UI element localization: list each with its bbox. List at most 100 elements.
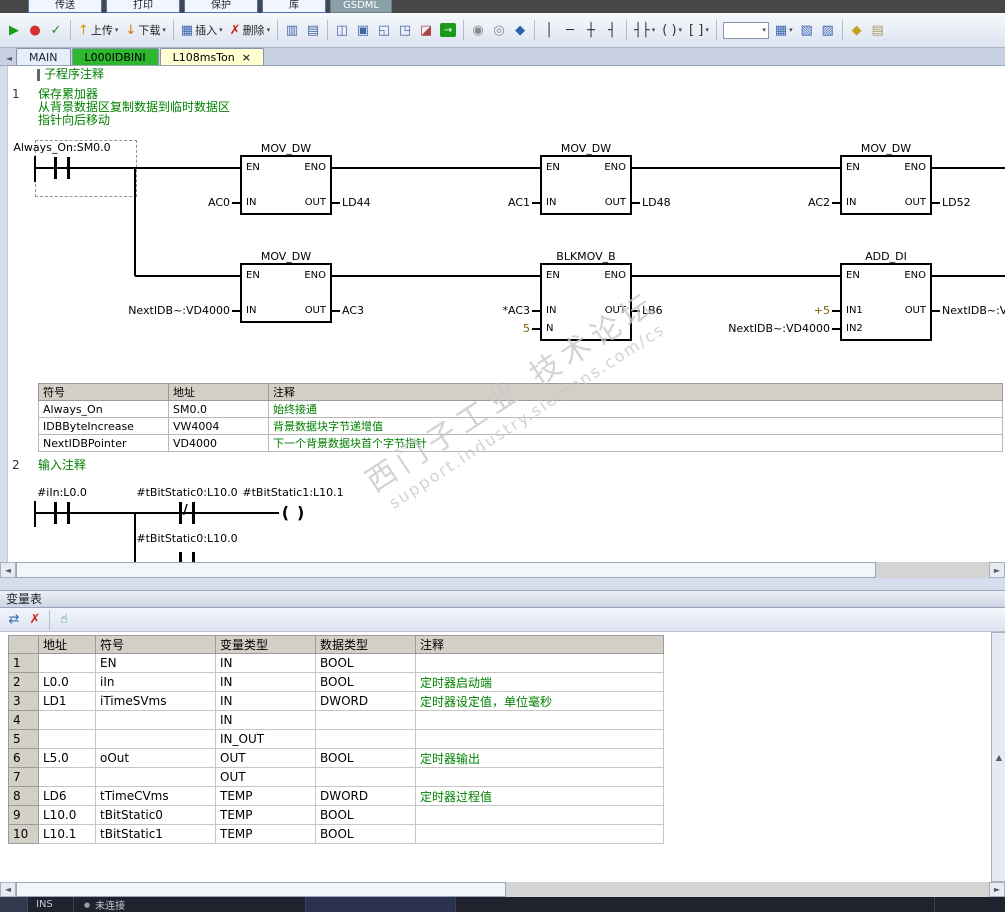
lock-icon[interactable]: ◉ bbox=[468, 18, 488, 42]
output-coil[interactable]: ( ) bbox=[279, 501, 307, 525]
insert-coil-button[interactable]: ( ) ▾ bbox=[659, 18, 685, 42]
delete-button[interactable]: ✗ 删除 ▾ bbox=[227, 18, 273, 42]
var-table-cell-symbol[interactable]: tTimeCVms bbox=[95, 786, 216, 806]
var-table-cell-comment[interactable] bbox=[415, 767, 664, 787]
scrollbar-thumb[interactable] bbox=[16, 562, 876, 578]
var-table-cell-address[interactable]: LD6 bbox=[38, 786, 96, 806]
var-table-cell-symbol[interactable]: tBitStatic0 bbox=[95, 805, 216, 825]
var-table-cell-symbol[interactable] bbox=[95, 729, 216, 749]
var-table-cell-address[interactable]: L10.0 bbox=[38, 805, 96, 825]
var-table-cell-data_type[interactable]: BOOL bbox=[315, 748, 416, 768]
key-icon[interactable]: ◆ bbox=[847, 18, 867, 42]
var-table-cell-comment[interactable]: 定时器输出 bbox=[415, 748, 664, 768]
properties-icon[interactable]: ▤ bbox=[868, 18, 888, 42]
var-table-cell-symbol[interactable]: iIn bbox=[95, 672, 216, 692]
pou-edit-icon[interactable]: ▧ bbox=[797, 18, 817, 42]
var-table-cell-data_type[interactable] bbox=[315, 767, 416, 787]
operand-IN[interactable]: AC2 bbox=[680, 195, 830, 211]
operand-IN[interactable]: AC1 bbox=[380, 195, 530, 211]
insert-vertical-line-icon[interactable]: │ bbox=[539, 18, 559, 42]
var-table-cell-data_type[interactable]: BOOL bbox=[315, 672, 416, 692]
tab-scroll-left-button[interactable]: ◄ bbox=[2, 51, 16, 65]
bookmark-icon[interactable]: ◆ bbox=[510, 18, 530, 42]
operand-IN[interactable]: AC0 bbox=[80, 195, 230, 211]
apply-symbols-icon[interactable]: ☝ bbox=[54, 608, 74, 632]
insert-branch-icon[interactable]: ┼ bbox=[581, 18, 601, 42]
operand-label[interactable]: #tBitStatic1:L10.1 bbox=[213, 486, 373, 499]
var-table-cell-data_type[interactable]: DWORD bbox=[315, 786, 416, 806]
contact-bar[interactable] bbox=[179, 552, 182, 562]
var-table-cell-var_type[interactable]: IN bbox=[215, 691, 316, 711]
operand-IN1[interactable]: +5 bbox=[680, 303, 830, 319]
lock-page-icon[interactable]: ◎ bbox=[489, 18, 509, 42]
symbol-info-table-button[interactable]: ▦ ▾ bbox=[772, 18, 796, 42]
annotation-icon[interactable]: ▨ bbox=[818, 18, 838, 42]
var-table-cell-comment[interactable] bbox=[415, 805, 664, 825]
compile-button[interactable]: ✓ bbox=[46, 18, 66, 42]
ribbon-tab-2[interactable]: 保护 bbox=[184, 0, 258, 13]
var-table-cell-var_type[interactable]: IN_OUT bbox=[215, 729, 316, 749]
contact-bar[interactable] bbox=[192, 502, 195, 524]
var-table-cell-symbol[interactable]: EN bbox=[95, 653, 216, 673]
var-table-cell-address[interactable]: L5.0 bbox=[38, 748, 96, 768]
pou-comment[interactable]: 子程序注释 bbox=[44, 68, 104, 81]
var-table-cell-data_type[interactable]: BOOL bbox=[315, 653, 416, 673]
var-table-cell-var_type[interactable]: TEMP bbox=[215, 824, 316, 844]
export-button[interactable]: → bbox=[437, 18, 459, 42]
var-table-cell-address[interactable]: L10.1 bbox=[38, 824, 96, 844]
operand-OUT[interactable]: NextIDB~:VD bbox=[942, 303, 1005, 319]
document-tab-L000IDBINI[interactable]: L000IDBINI bbox=[71, 48, 159, 65]
operand-IN2[interactable]: NextIDB~:VD4000 bbox=[680, 321, 830, 337]
scrollbar-track[interactable] bbox=[506, 882, 989, 897]
scroll-right-button[interactable]: ► bbox=[989, 562, 1005, 578]
var-table-cell-comment[interactable]: 定时器设定值，单位毫秒 bbox=[415, 691, 664, 711]
operand-IN[interactable]: *AC3 bbox=[380, 303, 530, 319]
var-table-cell-symbol[interactable]: tBitStatic1 bbox=[95, 824, 216, 844]
operand-N[interactable]: 5 bbox=[380, 321, 530, 337]
var-table-cell-address[interactable]: LD1 bbox=[38, 691, 96, 711]
operand-label[interactable]: #tBitStatic0:L10.0 bbox=[107, 532, 267, 545]
var-table-cell-address[interactable]: L0.0 bbox=[38, 672, 96, 692]
scroll-left-button[interactable]: ◄ bbox=[0, 562, 16, 578]
delete-line-icon[interactable]: ┤ bbox=[602, 18, 622, 42]
var-table-cell-comment[interactable] bbox=[415, 710, 664, 730]
var-table-cell-symbol[interactable]: oOut bbox=[95, 748, 216, 768]
address-combo[interactable]: ▾ bbox=[722, 21, 769, 39]
tab-close-icon[interactable]: × bbox=[242, 51, 251, 64]
var-table-cell-address[interactable] bbox=[38, 710, 96, 730]
var-table-cell-data_type[interactable]: BOOL bbox=[315, 824, 416, 844]
var-table-cell-var_type[interactable]: OUT bbox=[215, 748, 316, 768]
network1-comment-line3[interactable]: 指针向后移动 bbox=[38, 114, 110, 127]
editor-horizontal-scrollbar[interactable]: ◄ ► bbox=[0, 562, 1005, 578]
run-button[interactable]: ▶ bbox=[4, 18, 24, 42]
var-table-cell-var_type[interactable]: TEMP bbox=[215, 805, 316, 825]
var-table-cell-comment[interactable] bbox=[415, 653, 664, 673]
document-tab-MAIN[interactable]: MAIN bbox=[16, 48, 71, 65]
var-table-cell-address[interactable] bbox=[38, 729, 96, 749]
var-table-cell-var_type[interactable]: IN bbox=[215, 710, 316, 730]
var-table-cell-data_type[interactable] bbox=[315, 710, 416, 730]
var-table-cell-data_type[interactable]: BOOL bbox=[315, 805, 416, 825]
var-table-cell-data_type[interactable] bbox=[315, 729, 416, 749]
window-arrange-icon[interactable]: ◳ bbox=[395, 18, 415, 42]
window-tile-icon[interactable]: ▣ bbox=[353, 18, 373, 42]
variable-table-vertical-scrollbar[interactable]: ▲ ▼ bbox=[991, 632, 1005, 882]
var-table-cell-var_type[interactable]: OUT bbox=[215, 767, 316, 787]
var-table-cell-var_type[interactable]: IN bbox=[215, 672, 316, 692]
insert-box-button[interactable]: [ ] ▾ bbox=[686, 18, 712, 42]
browse-icon[interactable]: ▤ bbox=[303, 18, 323, 42]
var-table-cell-address[interactable] bbox=[38, 653, 96, 673]
ribbon-tab-3[interactable]: 库 bbox=[262, 0, 326, 13]
var-table-cell-symbol[interactable] bbox=[95, 767, 216, 787]
operand-IN[interactable]: NextIDB~:VD4000 bbox=[80, 303, 230, 319]
window-split-icon[interactable]: ◱ bbox=[374, 18, 394, 42]
var-table-cell-symbol[interactable] bbox=[95, 710, 216, 730]
var-table-cell-comment[interactable] bbox=[415, 824, 664, 844]
insert-row-icon[interactable]: ⇄ bbox=[4, 608, 24, 632]
operand-label[interactable]: Always_On:SM0.0 bbox=[0, 141, 142, 154]
scroll-left-button[interactable]: ◄ bbox=[0, 882, 16, 897]
var-table-cell-symbol[interactable]: iTimeSVms bbox=[95, 691, 216, 711]
network2-comment[interactable]: 输入注释 bbox=[38, 459, 86, 472]
var-table-cell-data_type[interactable]: DWORD bbox=[315, 691, 416, 711]
ribbon-tab-4[interactable]: GSDML bbox=[330, 0, 392, 13]
